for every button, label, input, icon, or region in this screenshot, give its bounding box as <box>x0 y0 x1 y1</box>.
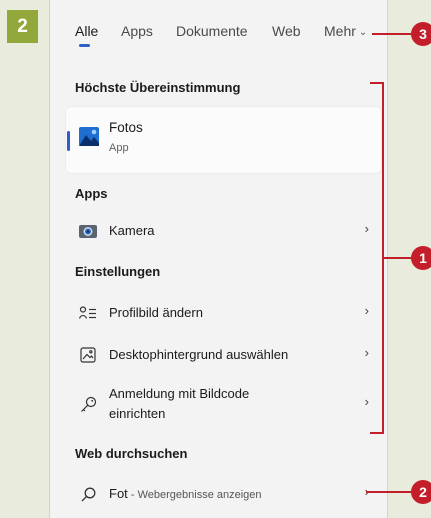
settings-item-label: Profilbild ändern <box>109 305 203 320</box>
best-match-title: Fotos <box>109 120 143 135</box>
chevron-right-icon: › <box>364 221 369 236</box>
chevron-right-icon: › <box>364 394 369 409</box>
app-item-label: Kamera <box>109 223 155 238</box>
tab-alle[interactable]: Alle <box>75 23 98 39</box>
callout-bracket-bottom <box>370 432 384 434</box>
best-match-heading: Höchste Übereinstimmung <box>75 80 241 95</box>
tab-web[interactable]: Web <box>272 23 301 39</box>
active-tab-indicator <box>79 44 90 47</box>
tab-mehr[interactable]: Mehr ⌄ <box>324 23 367 39</box>
search-icon <box>79 485 97 503</box>
app-item-kamera[interactable]: Kamera › <box>66 217 381 245</box>
settings-item-bildcode[interactable]: Anmeldung mit Bildcode einrichten › <box>66 381 381 427</box>
person-list-icon <box>79 304 97 322</box>
chevron-down-icon: ⌄ <box>358 27 368 38</box>
key-icon <box>79 395 97 413</box>
web-search-heading: Web durchsuchen <box>75 446 188 461</box>
web-separator: - <box>127 489 138 501</box>
apps-heading: Apps <box>75 186 108 201</box>
tab-apps[interactable]: Apps <box>121 23 153 39</box>
search-results-panel: Alle Apps Dokumente Web Mehr ⌄ Höchste Üb… <box>49 0 388 518</box>
photos-icon <box>79 127 99 146</box>
settings-heading: Einstellungen <box>75 264 161 279</box>
callout-2: 2 <box>411 480 431 504</box>
best-match-item[interactable]: Fotos App <box>66 107 381 173</box>
callout-connector-1 <box>383 257 413 259</box>
best-match-type: App <box>109 142 129 154</box>
settings-item-profilbild[interactable]: Profilbild ändern › <box>66 296 381 330</box>
tab-dokumente[interactable]: Dokumente <box>176 23 248 39</box>
settings-item-label-line1: Anmeldung mit Bildcode <box>109 386 250 401</box>
callout-bracket-top <box>370 82 384 84</box>
web-search-text: Fot - Webergebnisse anzeigen <box>109 484 262 505</box>
callout-3: 3 <box>411 22 431 46</box>
filter-tabs: Alle Apps Dokumente Web Mehr ⌄ <box>50 0 387 47</box>
chevron-right-icon: › <box>364 345 369 360</box>
callout-connector-2 <box>366 491 412 493</box>
settings-item-label-line2: einrichten <box>109 406 166 421</box>
callout-1: 1 <box>411 246 431 270</box>
step-badge: 2 <box>7 10 38 43</box>
callout-connector-3 <box>372 33 412 35</box>
settings-item-desktophintergrund[interactable]: Desktophintergrund auswählen › <box>66 338 381 372</box>
selection-indicator <box>67 131 70 151</box>
settings-item-label: Desktophintergrund auswählen <box>109 347 289 362</box>
tab-mehr-label: Mehr <box>324 23 356 39</box>
chevron-right-icon: › <box>364 303 369 318</box>
web-query: Fot <box>109 486 128 501</box>
picture-frame-icon <box>79 346 97 364</box>
web-search-item[interactable]: Fot - Webergebnisse anzeigen › <box>66 480 381 508</box>
camera-icon <box>79 222 97 240</box>
web-hint: Webergebnisse anzeigen <box>137 489 262 501</box>
